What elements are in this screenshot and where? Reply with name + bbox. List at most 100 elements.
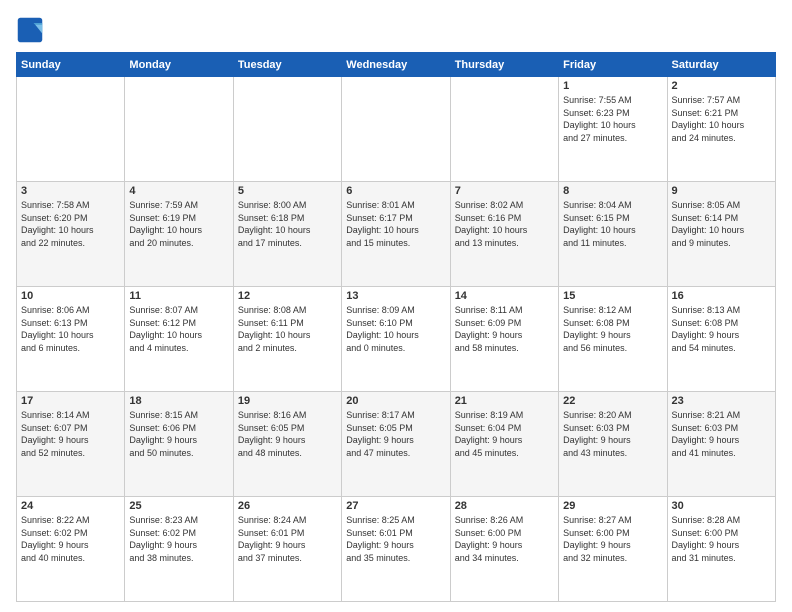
calendar-header-tuesday: Tuesday bbox=[233, 53, 341, 77]
day-info: Sunrise: 8:24 AM Sunset: 6:01 PM Dayligh… bbox=[238, 514, 337, 564]
day-number: 5 bbox=[238, 185, 337, 197]
calendar-header-sunday: Sunday bbox=[17, 53, 125, 77]
calendar-header-wednesday: Wednesday bbox=[342, 53, 450, 77]
day-info: Sunrise: 8:20 AM Sunset: 6:03 PM Dayligh… bbox=[563, 409, 662, 459]
calendar-cell: 27 Sunrise: 8:25 AM Sunset: 6:01 PM Dayli… bbox=[342, 497, 450, 602]
day-number: 18 bbox=[129, 395, 228, 407]
calendar-cell: 19Sunrise: 8:16 AM Sunset: 6:05 PM Dayli… bbox=[233, 392, 341, 497]
calendar-cell bbox=[342, 77, 450, 182]
calendar-cell: 9Sunrise: 8:05 AM Sunset: 6:14 PM Daylig… bbox=[667, 182, 775, 287]
day-number: 21 bbox=[455, 395, 554, 407]
day-number: 17 bbox=[21, 395, 120, 407]
day-info: Sunrise: 8:23 AM Sunset: 6:02 PM Dayligh… bbox=[129, 514, 228, 564]
calendar-cell: 15 Sunrise: 8:12 AM Sunset: 6:08 PM Dayli… bbox=[559, 287, 667, 392]
calendar-cell: 23Sunrise: 8:21 AM Sunset: 6:03 PM Dayli… bbox=[667, 392, 775, 497]
day-info: Sunrise: 8:04 AM Sunset: 6:15 PM Dayligh… bbox=[563, 199, 662, 249]
day-number: 14 bbox=[455, 290, 554, 302]
day-number: 24 bbox=[21, 500, 120, 512]
day-info: Sunrise: 8:19 AM Sunset: 6:04 PM Dayligh… bbox=[455, 409, 554, 459]
day-info: Sunrise: 8:01 AM Sunset: 6:17 PM Dayligh… bbox=[346, 199, 445, 249]
calendar-table: SundayMondayTuesdayWednesdayThursdayFrid… bbox=[16, 52, 776, 602]
day-number: 10 bbox=[21, 290, 120, 302]
day-info: Sunrise: 8:07 AM Sunset: 6:12 PM Dayligh… bbox=[129, 304, 228, 354]
day-info: Sunrise: 7:55 AM Sunset: 6:23 PM Dayligh… bbox=[563, 94, 662, 144]
day-info: Sunrise: 7:59 AM Sunset: 6:19 PM Dayligh… bbox=[129, 199, 228, 249]
day-number: 6 bbox=[346, 185, 445, 197]
day-number: 2 bbox=[672, 80, 771, 92]
day-number: 19 bbox=[238, 395, 337, 407]
day-number: 30 bbox=[672, 500, 771, 512]
day-info: Sunrise: 8:27 AM Sunset: 6:00 PM Dayligh… bbox=[563, 514, 662, 564]
logo-icon bbox=[16, 16, 44, 44]
calendar-cell: 28Sunrise: 8:26 AM Sunset: 6:00 PM Dayli… bbox=[450, 497, 558, 602]
calendar-header-saturday: Saturday bbox=[667, 53, 775, 77]
calendar-cell bbox=[233, 77, 341, 182]
day-info: Sunrise: 8:09 AM Sunset: 6:10 PM Dayligh… bbox=[346, 304, 445, 354]
calendar-cell: 8Sunrise: 8:04 AM Sunset: 6:15 PM Daylig… bbox=[559, 182, 667, 287]
day-number: 12 bbox=[238, 290, 337, 302]
day-number: 29 bbox=[563, 500, 662, 512]
calendar-week-0: 1 Sunrise: 7:55 AM Sunset: 6:23 PM Daylig… bbox=[17, 77, 776, 182]
day-info: Sunrise: 8:08 AM Sunset: 6:11 PM Dayligh… bbox=[238, 304, 337, 354]
day-number: 16 bbox=[672, 290, 771, 302]
day-number: 22 bbox=[563, 395, 662, 407]
day-number: 15 bbox=[563, 290, 662, 302]
day-number: 23 bbox=[672, 395, 771, 407]
day-number: 3 bbox=[21, 185, 120, 197]
calendar-cell: 25 Sunrise: 8:23 AM Sunset: 6:02 PM Dayli… bbox=[125, 497, 233, 602]
day-info: Sunrise: 8:05 AM Sunset: 6:14 PM Dayligh… bbox=[672, 199, 771, 249]
calendar-cell: 22 Sunrise: 8:20 AM Sunset: 6:03 PM Dayli… bbox=[559, 392, 667, 497]
day-number: 26 bbox=[238, 500, 337, 512]
calendar-cell bbox=[17, 77, 125, 182]
day-info: Sunrise: 8:25 AM Sunset: 6:01 PM Dayligh… bbox=[346, 514, 445, 564]
calendar-cell: 17 Sunrise: 8:14 AM Sunset: 6:07 PM Dayli… bbox=[17, 392, 125, 497]
day-info: Sunrise: 7:58 AM Sunset: 6:20 PM Dayligh… bbox=[21, 199, 120, 249]
day-info: Sunrise: 8:15 AM Sunset: 6:06 PM Dayligh… bbox=[129, 409, 228, 459]
calendar-cell: 20 Sunrise: 8:17 AM Sunset: 6:05 PM Dayli… bbox=[342, 392, 450, 497]
logo bbox=[16, 16, 48, 44]
calendar-cell: 4 Sunrise: 7:59 AM Sunset: 6:19 PM Daylig… bbox=[125, 182, 233, 287]
calendar-cell: 13 Sunrise: 8:09 AM Sunset: 6:10 PM Dayli… bbox=[342, 287, 450, 392]
calendar-cell: 24 Sunrise: 8:22 AM Sunset: 6:02 PM Dayli… bbox=[17, 497, 125, 602]
calendar-header-thursday: Thursday bbox=[450, 53, 558, 77]
calendar-cell bbox=[450, 77, 558, 182]
calendar-header-row: SundayMondayTuesdayWednesdayThursdayFrid… bbox=[17, 53, 776, 77]
day-number: 1 bbox=[563, 80, 662, 92]
calendar-header-monday: Monday bbox=[125, 53, 233, 77]
calendar-week-4: 24 Sunrise: 8:22 AM Sunset: 6:02 PM Dayli… bbox=[17, 497, 776, 602]
day-info: Sunrise: 8:02 AM Sunset: 6:16 PM Dayligh… bbox=[455, 199, 554, 249]
day-info: Sunrise: 7:57 AM Sunset: 6:21 PM Dayligh… bbox=[672, 94, 771, 144]
calendar-cell: 5Sunrise: 8:00 AM Sunset: 6:18 PM Daylig… bbox=[233, 182, 341, 287]
calendar-week-3: 17 Sunrise: 8:14 AM Sunset: 6:07 PM Dayli… bbox=[17, 392, 776, 497]
page: SundayMondayTuesdayWednesdayThursdayFrid… bbox=[0, 0, 792, 612]
day-info: Sunrise: 8:28 AM Sunset: 6:00 PM Dayligh… bbox=[672, 514, 771, 564]
day-info: Sunrise: 8:12 AM Sunset: 6:08 PM Dayligh… bbox=[563, 304, 662, 354]
day-number: 28 bbox=[455, 500, 554, 512]
day-number: 13 bbox=[346, 290, 445, 302]
header bbox=[16, 16, 776, 44]
day-number: 7 bbox=[455, 185, 554, 197]
calendar-cell: 10 Sunrise: 8:06 AM Sunset: 6:13 PM Dayli… bbox=[17, 287, 125, 392]
calendar-header-friday: Friday bbox=[559, 53, 667, 77]
day-info: Sunrise: 8:14 AM Sunset: 6:07 PM Dayligh… bbox=[21, 409, 120, 459]
calendar-cell: 30 Sunrise: 8:28 AM Sunset: 6:00 PM Dayli… bbox=[667, 497, 775, 602]
calendar-cell: 26 Sunrise: 8:24 AM Sunset: 6:01 PM Dayli… bbox=[233, 497, 341, 602]
calendar-cell: 3 Sunrise: 7:58 AM Sunset: 6:20 PM Daylig… bbox=[17, 182, 125, 287]
calendar-cell: 18 Sunrise: 8:15 AM Sunset: 6:06 PM Dayli… bbox=[125, 392, 233, 497]
day-info: Sunrise: 8:22 AM Sunset: 6:02 PM Dayligh… bbox=[21, 514, 120, 564]
calendar-cell: 6 Sunrise: 8:01 AM Sunset: 6:17 PM Daylig… bbox=[342, 182, 450, 287]
day-number: 4 bbox=[129, 185, 228, 197]
calendar-cell: 2 Sunrise: 7:57 AM Sunset: 6:21 PM Daylig… bbox=[667, 77, 775, 182]
calendar-cell: 21 Sunrise: 8:19 AM Sunset: 6:04 PM Dayli… bbox=[450, 392, 558, 497]
calendar-cell bbox=[125, 77, 233, 182]
calendar-cell: 1 Sunrise: 7:55 AM Sunset: 6:23 PM Daylig… bbox=[559, 77, 667, 182]
calendar-week-1: 3 Sunrise: 7:58 AM Sunset: 6:20 PM Daylig… bbox=[17, 182, 776, 287]
day-number: 27 bbox=[346, 500, 445, 512]
day-number: 25 bbox=[129, 500, 228, 512]
day-info: Sunrise: 8:06 AM Sunset: 6:13 PM Dayligh… bbox=[21, 304, 120, 354]
calendar-cell: 11Sunrise: 8:07 AM Sunset: 6:12 PM Dayli… bbox=[125, 287, 233, 392]
calendar-cell: 14 Sunrise: 8:11 AM Sunset: 6:09 PM Dayli… bbox=[450, 287, 558, 392]
day-info: Sunrise: 8:17 AM Sunset: 6:05 PM Dayligh… bbox=[346, 409, 445, 459]
day-number: 20 bbox=[346, 395, 445, 407]
day-info: Sunrise: 8:11 AM Sunset: 6:09 PM Dayligh… bbox=[455, 304, 554, 354]
